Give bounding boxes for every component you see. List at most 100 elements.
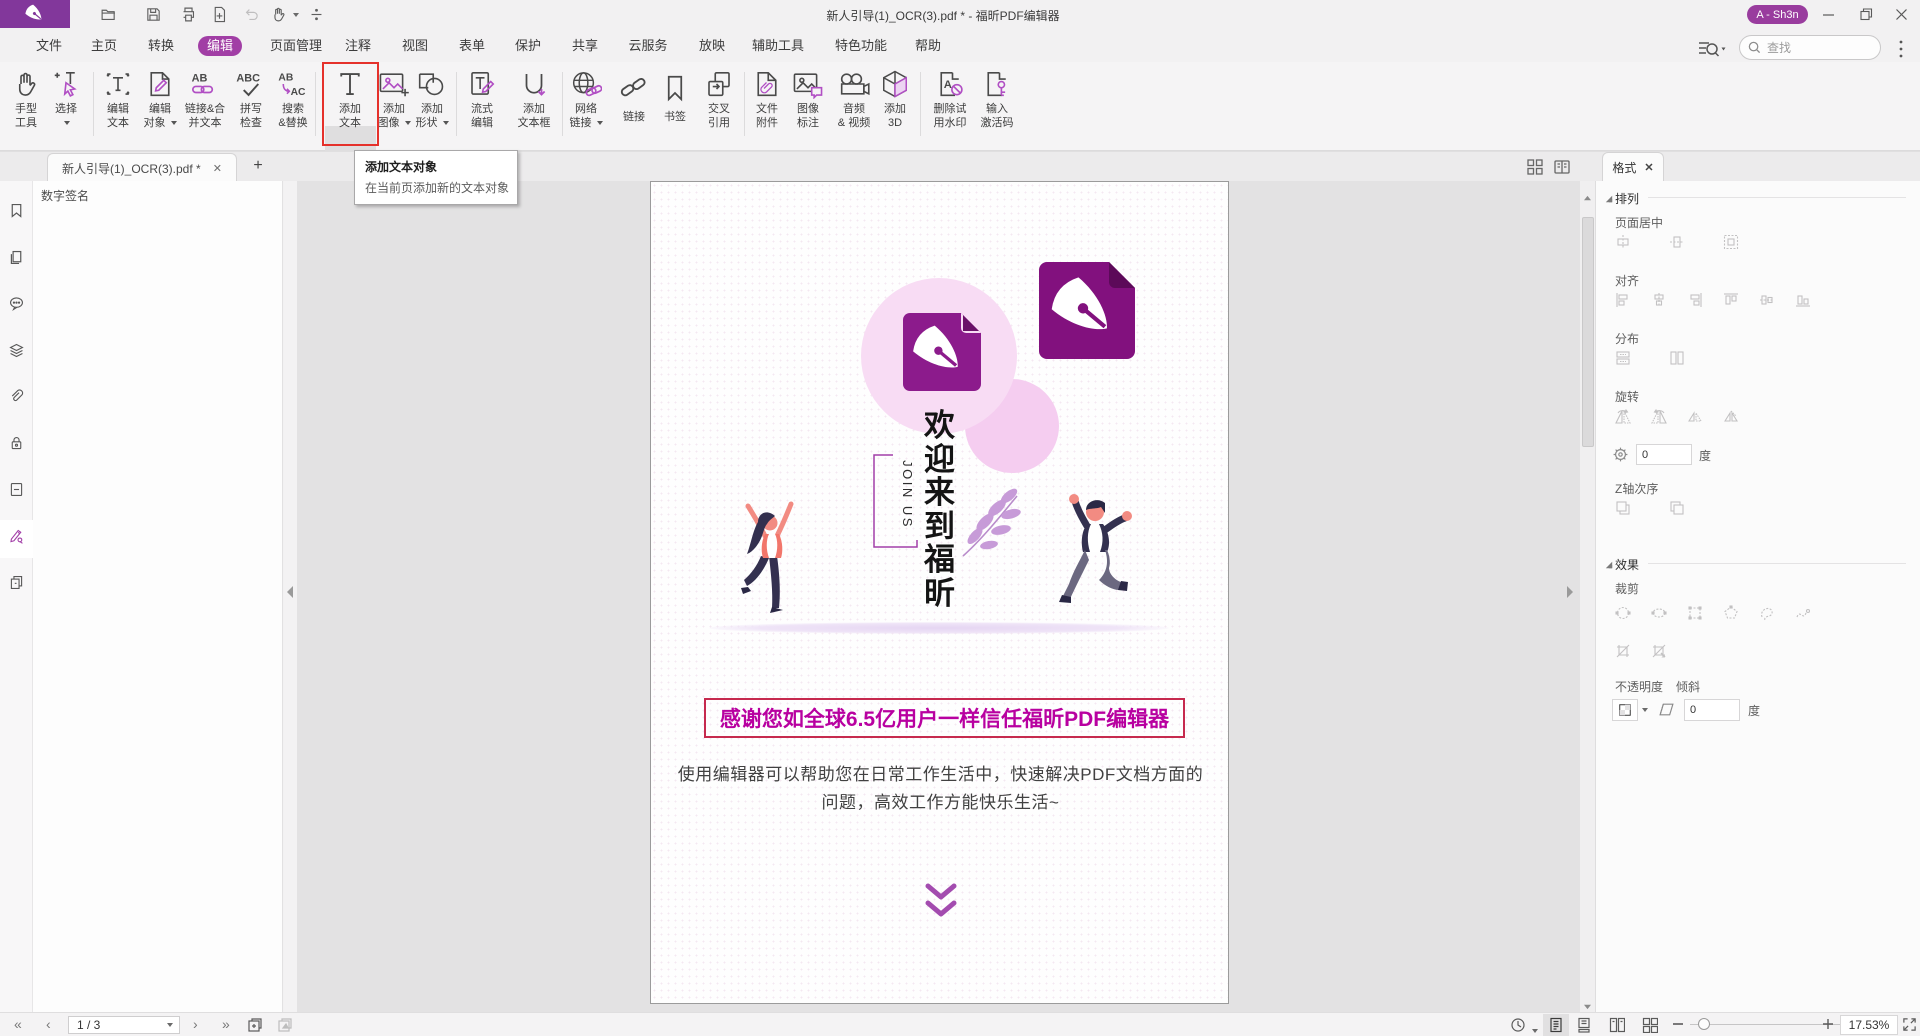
page-center-icon-1[interactable] bbox=[1615, 234, 1631, 250]
align-icon-2[interactable] bbox=[1651, 292, 1667, 308]
z-order-icon-1[interactable] bbox=[1615, 500, 1631, 516]
menu-item-5[interactable]: 页面管理 bbox=[264, 36, 328, 56]
crop-shape-icon-5[interactable] bbox=[1759, 605, 1775, 621]
menu-item-4[interactable]: 编辑 bbox=[198, 36, 242, 56]
sidebar-item-snapshot[interactable] bbox=[0, 566, 33, 604]
sidebar-item-destinations[interactable] bbox=[0, 473, 33, 511]
page-thumbnails-icon[interactable] bbox=[1527, 159, 1543, 175]
align-icon-1[interactable] bbox=[1615, 292, 1631, 308]
menu-item-11[interactable]: 云服务 bbox=[622, 36, 674, 56]
crop-action-icon-2[interactable]: x bbox=[1651, 643, 1667, 659]
rotate-icon-4[interactable] bbox=[1723, 409, 1739, 425]
close-button[interactable] bbox=[1895, 8, 1908, 21]
history-zoom-caret[interactable] bbox=[1530, 1022, 1538, 1036]
rotate-degree-input[interactable]: 0 bbox=[1636, 444, 1692, 465]
align-icon-6[interactable] bbox=[1795, 292, 1811, 308]
scroll-down-icon[interactable] bbox=[1584, 997, 1591, 1004]
zoom-level-input[interactable]: 17.53% bbox=[1840, 1015, 1898, 1035]
sidebar-item-security[interactable] bbox=[0, 427, 33, 465]
scrollbar-thumb[interactable] bbox=[1582, 217, 1594, 447]
sidebar-item-digital-signature[interactable] bbox=[0, 520, 33, 558]
new-tab-button[interactable]: + bbox=[250, 158, 266, 174]
align-icon-4[interactable] bbox=[1723, 292, 1739, 308]
crop-shape-icon-4[interactable] bbox=[1723, 605, 1739, 621]
rotate-gear-icon[interactable] bbox=[1612, 446, 1629, 463]
menu-item-6[interactable]: 注释 bbox=[338, 36, 378, 56]
continuous-facing-view-button[interactable] bbox=[1642, 1017, 1658, 1036]
single-page-view-button[interactable] bbox=[1543, 1014, 1569, 1036]
zoom-out-button[interactable] bbox=[1672, 1017, 1684, 1036]
undo-icon[interactable] bbox=[243, 6, 260, 23]
format-tab-close-icon[interactable]: ✕ bbox=[1644, 161, 1653, 174]
menu-item-10[interactable]: 共享 bbox=[565, 36, 605, 56]
sidebar-item-layers[interactable] bbox=[0, 334, 33, 372]
facing-view-button[interactable] bbox=[1609, 1017, 1625, 1036]
menu-item-8[interactable]: 表单 bbox=[452, 36, 492, 56]
vertical-scrollbar[interactable] bbox=[1580, 181, 1595, 1012]
search-input[interactable]: 查找 bbox=[1739, 35, 1881, 60]
scroll-up-icon[interactable] bbox=[1584, 189, 1591, 196]
sidebar-item-comments[interactable] bbox=[0, 287, 33, 325]
distribute-icon-2[interactable] bbox=[1669, 350, 1685, 366]
opacity-dropdown[interactable] bbox=[1612, 699, 1638, 721]
hand-annot-icon[interactable] bbox=[270, 6, 287, 23]
format-panel-tab[interactable]: 格式 ✕ bbox=[1602, 152, 1664, 181]
last-page-button[interactable]: » bbox=[222, 1016, 230, 1032]
snapshot-button[interactable] bbox=[247, 1017, 263, 1036]
hand-annot-caret[interactable] bbox=[293, 13, 299, 17]
customize-toolbar-icon[interactable] bbox=[308, 6, 325, 23]
menu-item-14[interactable]: 特色功能 bbox=[829, 36, 893, 56]
new-document-icon[interactable] bbox=[211, 6, 228, 23]
sidebar-item-attachments[interactable] bbox=[0, 380, 33, 418]
skew-degree-input[interactable]: 0 bbox=[1684, 699, 1740, 721]
collapse-arrange-icon[interactable] bbox=[1606, 196, 1612, 202]
menu-item-2[interactable]: 主页 bbox=[84, 36, 124, 56]
print-icon[interactable] bbox=[180, 6, 197, 23]
menu-item-12[interactable]: 放映 bbox=[692, 36, 732, 56]
pdf-page[interactable]: 欢迎来到福昕 JOIN US bbox=[650, 181, 1229, 1004]
document-view-area[interactable]: 欢迎来到福昕 JOIN US bbox=[297, 181, 1580, 1012]
rotate-icon-2[interactable] bbox=[1651, 409, 1667, 425]
crop-action-icon-1[interactable] bbox=[1615, 643, 1631, 659]
page-number-input[interactable]: 1 / 3 bbox=[68, 1016, 180, 1034]
crop-shape-icon-6[interactable] bbox=[1795, 605, 1811, 621]
open-file-icon[interactable] bbox=[100, 6, 117, 23]
crop-shape-icon-3[interactable] bbox=[1687, 605, 1703, 621]
menu-item-15[interactable]: 帮助 bbox=[908, 36, 948, 56]
ribbon-button-activation-code[interactable]: 输入激活码 bbox=[966, 64, 1028, 148]
collapse-panel-icon[interactable] bbox=[287, 586, 293, 598]
restore-button[interactable] bbox=[1860, 8, 1873, 21]
align-icon-5[interactable] bbox=[1759, 292, 1775, 308]
expand-format-panel-icon[interactable] bbox=[1566, 585, 1574, 599]
history-zoom-icon[interactable] bbox=[1510, 1017, 1526, 1036]
continuous-view-button[interactable] bbox=[1576, 1017, 1592, 1036]
reading-mode-icon[interactable] bbox=[1554, 159, 1570, 175]
page-center-icon-3[interactable] bbox=[1723, 234, 1739, 250]
document-tab[interactable]: 新人引导(1)_OCR(3).pdf * ✕ bbox=[47, 153, 237, 182]
z-order-icon-2[interactable] bbox=[1669, 500, 1685, 516]
collapse-effects-icon[interactable] bbox=[1606, 562, 1612, 568]
fullscreen-button[interactable] bbox=[1902, 1017, 1917, 1036]
rotate-icon-3[interactable] bbox=[1687, 409, 1703, 425]
page-center-icon-2[interactable] bbox=[1669, 234, 1685, 250]
ribbon-button-search-replace[interactable]: ABAC搜索&替换 bbox=[262, 64, 324, 148]
document-tab-close-icon[interactable]: ✕ bbox=[213, 162, 222, 175]
app-logo[interactable] bbox=[0, 0, 70, 28]
crop-shape-icon-1[interactable] bbox=[1615, 605, 1631, 621]
rotate-icon-1[interactable] bbox=[1615, 409, 1631, 425]
user-avatar[interactable]: A - Sh3n bbox=[1747, 5, 1808, 24]
menu-item-3[interactable]: 转换 bbox=[141, 36, 181, 56]
advanced-search-icon[interactable] bbox=[1698, 40, 1720, 57]
ribbon-button-add-3d[interactable]: 添加3D bbox=[864, 64, 926, 148]
menu-item-9[interactable]: 保护 bbox=[508, 36, 548, 56]
save-icon[interactable] bbox=[145, 6, 162, 23]
zoom-slider-knob[interactable] bbox=[1698, 1018, 1710, 1030]
menu-item-13[interactable]: 辅助工具 bbox=[746, 36, 810, 56]
align-icon-3[interactable] bbox=[1687, 292, 1703, 308]
sidebar-item-pages[interactable] bbox=[0, 241, 33, 279]
distribute-icon-1[interactable] bbox=[1615, 350, 1631, 366]
zoom-in-button[interactable] bbox=[1822, 1017, 1834, 1036]
zoom-slider-track[interactable] bbox=[1690, 1024, 1840, 1025]
menu-item-7[interactable]: 视图 bbox=[395, 36, 435, 56]
sidebar-item-bookmarks[interactable] bbox=[0, 194, 33, 232]
